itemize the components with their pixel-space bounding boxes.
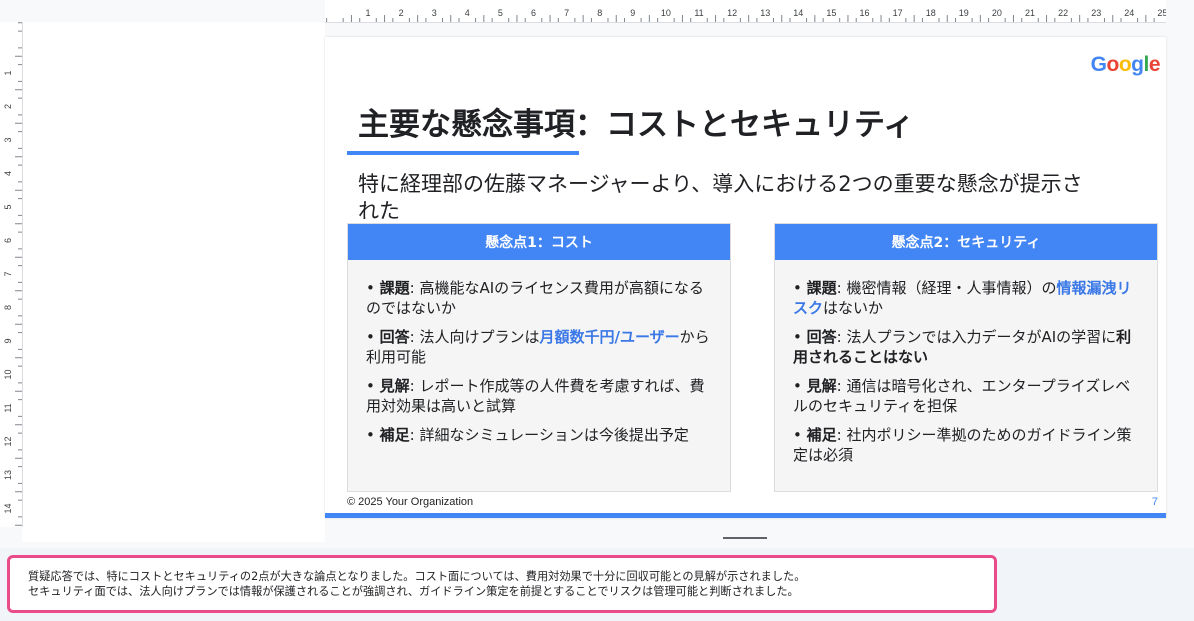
ruler-tick-label: 6: [531, 8, 536, 18]
ruler-tick-label: 10: [3, 369, 13, 379]
canvas-right-margin: [1166, 22, 1194, 542]
ruler-tick-label: 3: [432, 8, 437, 18]
list-item: • 回答: 法人向けプランは月額数千円/ユーザーから利用可能: [366, 328, 710, 366]
ruler-tick-label: 14: [793, 8, 803, 18]
slide-footer-copyright: © 2025 Your Organization: [347, 496, 474, 508]
slide-bottom-accent-bar: [325, 513, 1166, 518]
speaker-notes-line: 質疑応答では、特にコストとセキュリティの2点が大きな論点となりました。コスト面に…: [28, 570, 806, 583]
ruler-tick-label: 13: [760, 8, 770, 18]
ruler-tick-label: 8: [3, 305, 13, 310]
ruler-tick-label: 9: [3, 338, 13, 343]
concern-card-cost-header: 懸念点1：コスト: [348, 224, 730, 260]
ruler-tick-label: 18: [926, 8, 936, 18]
ruler-tick-label: 2: [3, 104, 13, 109]
ruler-tick-label: 12: [3, 436, 13, 446]
horizontal-ruler-ticks: 1 2 3 4 5 6 7 8 9 10 11 12 13 14 15 16 17 18 19 20 21 22 23 24 2…: [326, 8, 1166, 22]
ruler-tick-label: 24: [1124, 8, 1134, 18]
ruler-tick-label: 11: [3, 403, 13, 412]
ruler-tick-label: 10: [661, 8, 671, 18]
slide[interactable]: Google 主要な懸念事項：コストとセキュリティ 特に経理部の佐藤マネージャー…: [325, 37, 1166, 518]
list-item: • 課題: 高機能なAIのライセンス費用が高額になるのではないか: [366, 279, 704, 317]
list-item: • 補足: 社内ポリシー準拠のためのガイドライン策定は必須: [793, 426, 1132, 464]
speaker-notes-line: セキュリティ面では、法人向けプランでは情報が保護されることが強調され、ガイドライ…: [28, 585, 799, 598]
google-logo-letter: o: [1106, 53, 1119, 76]
ruler-tick-label: 22: [1058, 8, 1068, 18]
ruler-tick-label: 13: [3, 470, 13, 480]
canvas-left-margin: [22, 22, 325, 542]
title-underline: [347, 151, 579, 155]
concern-card-cost[interactable]: 懸念点1：コスト • 課題: 高機能なAIのライセンス費用が高額になるのではない…: [347, 223, 731, 492]
ruler-tick-label: 7: [3, 271, 13, 276]
ruler-tick-label: 15: [826, 8, 836, 18]
slide-page-number: 7: [1151, 496, 1158, 508]
ruler-tick-label: 7: [564, 8, 569, 18]
google-logo-letter: g: [1131, 53, 1144, 76]
notes-resize-handle[interactable]: [723, 537, 767, 539]
ruler-tick-label: 5: [498, 8, 503, 18]
concern-card-cost-body: • 課題: 高機能なAIのライセンス費用が高額になるのではないか • 回答: 法…: [348, 260, 730, 445]
ruler-tick-label: 23: [1091, 8, 1101, 18]
slide-subtitle[interactable]: 特に経理部の佐藤マネージャーより、導入における2つの重要な懸念が提示された: [358, 171, 1098, 225]
ruler-tick-label: 8: [597, 8, 602, 18]
list-item: • 補足: 詳細なシミュレーションは今後提出予定: [366, 426, 689, 444]
ruler-tick-label: 1: [365, 8, 370, 18]
ruler-tick-label: 12: [727, 8, 737, 18]
ruler-tick-label: 2: [399, 8, 404, 18]
ruler-tick-label: 25: [1157, 8, 1166, 18]
ruler-tick-label: 5: [3, 204, 13, 209]
slide-title[interactable]: 主要な懸念事項：コストとセキュリティ: [358, 99, 914, 144]
horizontal-ruler[interactable]: 1 2 3 4 5 6 7 8 9 10 11 12 13 14 15 16 17 18 19 20 21 22 23 24 2…: [325, 0, 1166, 23]
ruler-tick-label: 14: [3, 503, 13, 513]
ruler-tick-label: 19: [959, 8, 969, 18]
ruler-tick-label: 9: [630, 8, 635, 18]
concern-card-security-header: 懸念点2：セキュリティ: [775, 224, 1157, 260]
ruler-tick-label: 6: [3, 238, 13, 243]
google-logo-letter: e: [1148, 53, 1161, 76]
list-item: • 課題: 機密情報（経理・人事情報）の情報漏洩リスクはないか: [793, 279, 1132, 317]
ruler-tick-label: 11: [694, 8, 703, 18]
ruler-tick-label: 17: [893, 8, 903, 18]
vertical-ruler-ticks: 1234567891011121314: [3, 22, 22, 526]
ruler-tick-label: 16: [859, 8, 869, 18]
list-item: • 回答: 法人プランでは入力データがAIの学習に利用されることはない: [793, 328, 1132, 366]
ruler-tick-label: 4: [465, 8, 470, 18]
ruler-tick-label: 3: [3, 137, 13, 142]
list-item: • 見解: レポート作成等の人件費を考慮すれば、費用対効果は高いと試算: [366, 377, 705, 415]
speaker-notes-textbox[interactable]: 質疑応答では、特にコストとセキュリティの2点が大きな論点となりました。コスト面に…: [7, 555, 997, 613]
concern-card-security[interactable]: 懸念点2：セキュリティ • 課題: 機密情報（経理・人事情報）の情報漏洩リスクは…: [774, 223, 1158, 492]
google-logo-letter: G: [1090, 53, 1107, 76]
ruler-tick-label: 1: [3, 70, 13, 75]
ruler-tick-label: 21: [1025, 8, 1035, 18]
list-item: • 見解: 通信は暗号化され、エンタープライズレベルのセキュリティを担保: [793, 377, 1131, 415]
ruler-tick-label: 20: [992, 8, 1002, 18]
vertical-ruler[interactable]: 1 2 3 4 5 6 7 8 9 10 11 12 13 14: [0, 22, 23, 527]
ruler-tick-label: 4: [3, 171, 13, 176]
concern-card-security-body: • 課題: 機密情報（経理・人事情報）の情報漏洩リスクはないか • 回答: 法人…: [775, 260, 1157, 465]
google-logo: Google: [1090, 53, 1161, 77]
google-logo-letter: o: [1118, 53, 1132, 76]
